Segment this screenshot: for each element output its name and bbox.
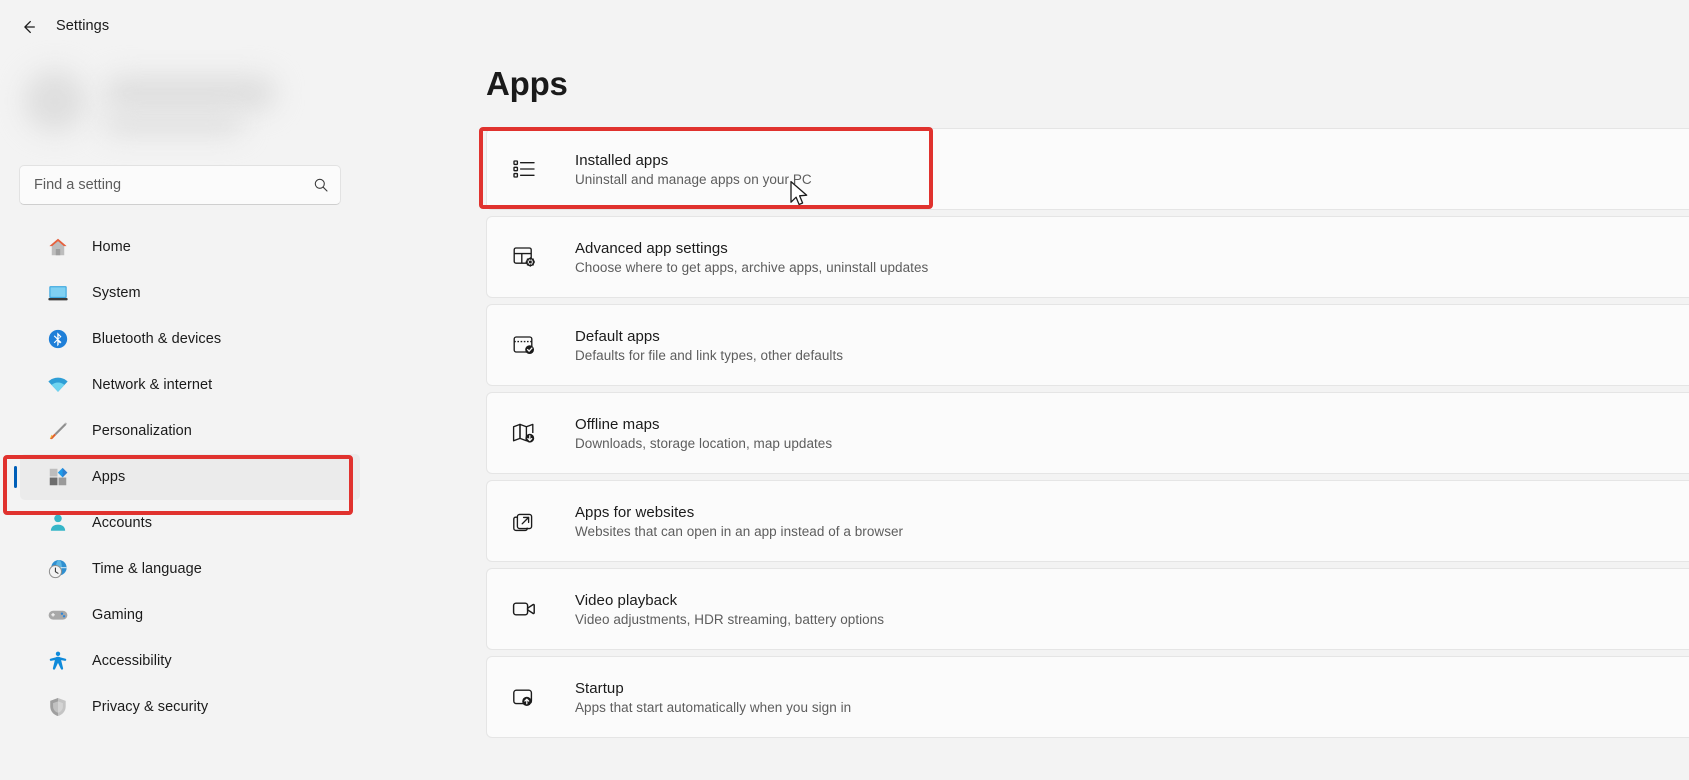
sidebar-item-home[interactable]: Home bbox=[20, 224, 360, 270]
card-title: Apps for websites bbox=[575, 504, 903, 521]
sidebar-item-label: Accessibility bbox=[92, 653, 172, 669]
sidebar-item-label: System bbox=[92, 285, 141, 301]
account-email-blurred bbox=[104, 114, 242, 134]
card-offline-maps[interactable]: Offline maps Downloads, storage location… bbox=[486, 392, 1689, 474]
video-playback-camera-icon bbox=[507, 592, 541, 626]
network-icon bbox=[46, 373, 70, 397]
account-name-blurred bbox=[104, 76, 276, 110]
card-subtitle: Apps that start automatically when you s… bbox=[575, 700, 851, 715]
startup-upload-icon bbox=[507, 680, 541, 714]
personalization-icon bbox=[46, 419, 70, 443]
card-startup[interactable]: Startup Apps that start automatically wh… bbox=[486, 656, 1689, 738]
accessibility-icon bbox=[46, 649, 70, 673]
sidebar-item-label: Personalization bbox=[92, 423, 192, 439]
card-title: Offline maps bbox=[575, 416, 832, 433]
sidebar-item-gaming[interactable]: Gaming bbox=[20, 592, 360, 638]
sidebar-item-label: Apps bbox=[92, 469, 125, 485]
offline-maps-download-icon bbox=[507, 416, 541, 450]
sidebar-item-network-internet[interactable]: Network & internet bbox=[20, 362, 360, 408]
sidebar-item-label: Home bbox=[92, 239, 131, 255]
sidebar-item-bluetooth-devices[interactable]: Bluetooth & devices bbox=[20, 316, 360, 362]
sidebar-item-label: Privacy & security bbox=[92, 699, 208, 715]
card-apps-for-websites[interactable]: Apps for websites Websites that can open… bbox=[486, 480, 1689, 562]
back-arrow-icon bbox=[19, 17, 39, 37]
sidebar-item-system[interactable]: System bbox=[20, 270, 360, 316]
main-content: Apps Installed apps Uninstall and manage… bbox=[382, 52, 1689, 780]
card-subtitle: Uninstall and manage apps on your PC bbox=[575, 172, 812, 187]
privacy-security-icon bbox=[46, 695, 70, 719]
sidebar-item-accessibility[interactable]: Accessibility bbox=[20, 638, 360, 684]
installed-apps-list-icon bbox=[507, 152, 541, 186]
system-icon bbox=[46, 281, 70, 305]
time-language-icon bbox=[46, 557, 70, 581]
sidebar-item-label: Time & language bbox=[92, 561, 202, 577]
sidebar: Home System bbox=[0, 52, 382, 780]
avatar bbox=[24, 70, 86, 132]
settings-window: Settings bbox=[0, 0, 1689, 780]
card-subtitle: Downloads, storage location, map updates bbox=[575, 436, 832, 451]
card-advanced-app-settings[interactable]: Advanced app settings Choose where to ge… bbox=[486, 216, 1689, 298]
sidebar-item-apps[interactable]: Apps bbox=[20, 454, 360, 500]
sidebar-item-privacy-security[interactable]: Privacy & security bbox=[20, 684, 360, 730]
default-apps-check-icon bbox=[507, 328, 541, 362]
card-title: Default apps bbox=[575, 328, 843, 345]
search-input[interactable] bbox=[20, 166, 302, 204]
settings-card-list: Installed apps Uninstall and manage apps… bbox=[486, 128, 1689, 744]
user-profile-blurred[interactable] bbox=[0, 52, 382, 150]
gaming-icon bbox=[46, 603, 70, 627]
card-video-playback[interactable]: Video playback Video adjustments, HDR st… bbox=[486, 568, 1689, 650]
sidebar-item-label: Bluetooth & devices bbox=[92, 331, 221, 347]
card-subtitle: Video adjustments, HDR streaming, batter… bbox=[575, 612, 884, 627]
card-subtitle: Websites that can open in an app instead… bbox=[575, 524, 903, 539]
card-subtitle: Defaults for file and link types, other … bbox=[575, 348, 843, 363]
search-box[interactable] bbox=[19, 165, 341, 205]
sidebar-item-accounts[interactable]: Accounts bbox=[20, 500, 360, 546]
window-title: Settings bbox=[56, 18, 109, 34]
bluetooth-icon bbox=[46, 327, 70, 351]
apps-icon bbox=[46, 465, 70, 489]
card-title: Advanced app settings bbox=[575, 240, 928, 257]
card-installed-apps[interactable]: Installed apps Uninstall and manage apps… bbox=[486, 128, 1689, 210]
page-title: Apps bbox=[486, 65, 568, 103]
back-button[interactable] bbox=[12, 13, 46, 41]
advanced-app-settings-gear-icon bbox=[507, 240, 541, 274]
home-icon bbox=[46, 235, 70, 259]
sidebar-item-label: Network & internet bbox=[92, 377, 212, 393]
sidebar-nav: Home System bbox=[0, 224, 382, 730]
card-subtitle: Choose where to get apps, archive apps, … bbox=[575, 260, 928, 275]
card-default-apps[interactable]: Default apps Defaults for file and link … bbox=[486, 304, 1689, 386]
sidebar-item-label: Accounts bbox=[92, 515, 152, 531]
card-title: Installed apps bbox=[575, 152, 812, 169]
card-title: Video playback bbox=[575, 592, 884, 609]
card-title: Startup bbox=[575, 680, 851, 697]
apps-for-websites-external-link-icon bbox=[507, 504, 541, 538]
sidebar-item-personalization[interactable]: Personalization bbox=[20, 408, 360, 454]
sidebar-item-time-language[interactable]: Time & language bbox=[20, 546, 360, 592]
sidebar-item-label: Gaming bbox=[92, 607, 143, 623]
accounts-icon bbox=[46, 511, 70, 535]
title-bar: Settings bbox=[0, 0, 1689, 52]
search-icon[interactable] bbox=[302, 177, 340, 193]
